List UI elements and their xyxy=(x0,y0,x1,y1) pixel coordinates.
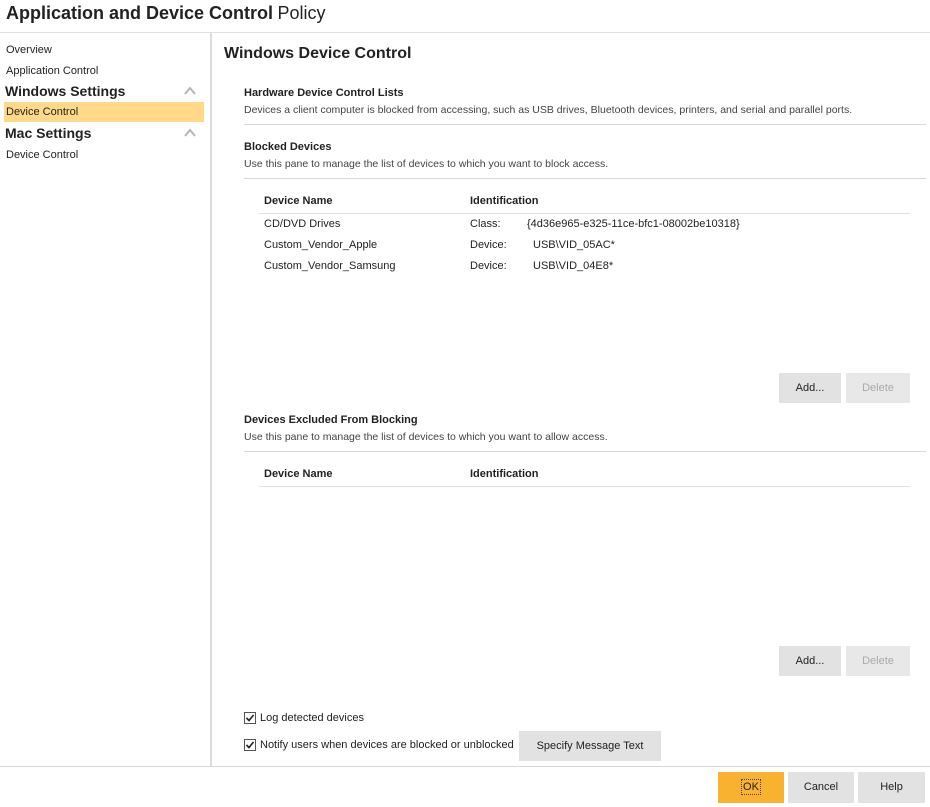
ok-button-label: OK xyxy=(741,779,761,795)
column-header-device-name[interactable]: Device Name xyxy=(264,468,333,480)
sidebar: Overview Application Control Windows Set… xyxy=(0,33,212,766)
identification-value-cell: {4d36e965-e325-11ce-bfc1-08002be10318} xyxy=(527,218,740,230)
column-header-device-name[interactable]: Device Name xyxy=(264,195,333,207)
column-header-identification[interactable]: Identification xyxy=(470,195,538,207)
device-name-cell: CD/DVD Drives xyxy=(264,218,341,230)
sidebar-section-mac-settings[interactable]: Mac Settings xyxy=(5,125,91,141)
sidebar-section-windows-settings[interactable]: Windows Settings xyxy=(5,83,125,99)
dialog-footer: OK Cancel Help xyxy=(0,766,930,807)
checkmark-icon xyxy=(245,714,255,722)
blocked-add-button[interactable]: Add... xyxy=(779,373,841,403)
table-header-line xyxy=(259,213,910,214)
notify-users-label[interactable]: Notify users when devices are blocked or… xyxy=(260,739,514,751)
identification-value-cell: USB\VID_04E8* xyxy=(533,260,614,272)
sidebar-item-label: Device Control xyxy=(6,106,79,118)
divider xyxy=(244,178,926,179)
notify-users-checkbox[interactable] xyxy=(244,739,256,751)
divider xyxy=(244,451,926,452)
log-detected-devices-checkbox[interactable] xyxy=(244,712,256,724)
window-title-bold: Application and Device Control xyxy=(6,3,274,23)
chevron-up-icon[interactable] xyxy=(184,86,196,95)
excluded-add-button[interactable]: Add... xyxy=(779,646,841,676)
blocked-delete-button[interactable]: Delete xyxy=(846,373,910,403)
main-panel: Windows Device Control Hardware Device C… xyxy=(214,33,930,766)
hardware-section-title: Hardware Device Control Lists xyxy=(244,87,404,99)
chevron-up-icon[interactable] xyxy=(184,128,196,137)
ok-button[interactable]: OK xyxy=(718,772,784,803)
specify-message-text-button[interactable]: Specify Message Text xyxy=(519,731,661,761)
title-bar: Application and Device Control Policy xyxy=(0,0,930,33)
identification-value-cell: USB\VID_05AC* xyxy=(533,239,615,251)
sidebar-item-windows-device-control[interactable]: Device Control xyxy=(4,102,204,122)
cancel-button[interactable]: Cancel xyxy=(788,772,854,803)
column-header-identification[interactable]: Identification xyxy=(470,468,538,480)
hardware-section-desc: Devices a client computer is blocked fro… xyxy=(244,104,853,116)
sidebar-item-application-control[interactable]: Application Control xyxy=(6,65,98,77)
log-detected-devices-label[interactable]: Log detected devices xyxy=(260,712,364,724)
identification-type-cell: Device: xyxy=(470,239,507,251)
window-title: Application and Device Control Policy xyxy=(6,3,326,24)
table-header-line xyxy=(259,486,910,487)
excluded-section-desc: Use this pane to manage the list of devi… xyxy=(244,431,608,443)
blocked-section-title: Blocked Devices xyxy=(244,141,332,153)
window-title-light: Policy xyxy=(277,3,326,23)
identification-type-cell: Device: xyxy=(470,260,507,272)
checkmark-icon xyxy=(245,741,255,749)
page-title: Windows Device Control xyxy=(224,45,412,62)
identification-type-cell: Class: xyxy=(470,218,501,230)
sidebar-item-overview[interactable]: Overview xyxy=(6,44,52,56)
excluded-delete-button[interactable]: Delete xyxy=(846,646,910,676)
sidebar-item-mac-device-control[interactable]: Device Control xyxy=(6,149,78,161)
help-button[interactable]: Help xyxy=(858,772,925,803)
device-name-cell: Custom_Vendor_Apple xyxy=(264,239,378,251)
divider xyxy=(244,124,926,125)
blocked-section-desc: Use this pane to manage the list of devi… xyxy=(244,158,609,170)
device-name-cell: Custom_Vendor_Samsung xyxy=(264,260,396,272)
excluded-section-title: Devices Excluded From Blocking xyxy=(244,414,418,426)
